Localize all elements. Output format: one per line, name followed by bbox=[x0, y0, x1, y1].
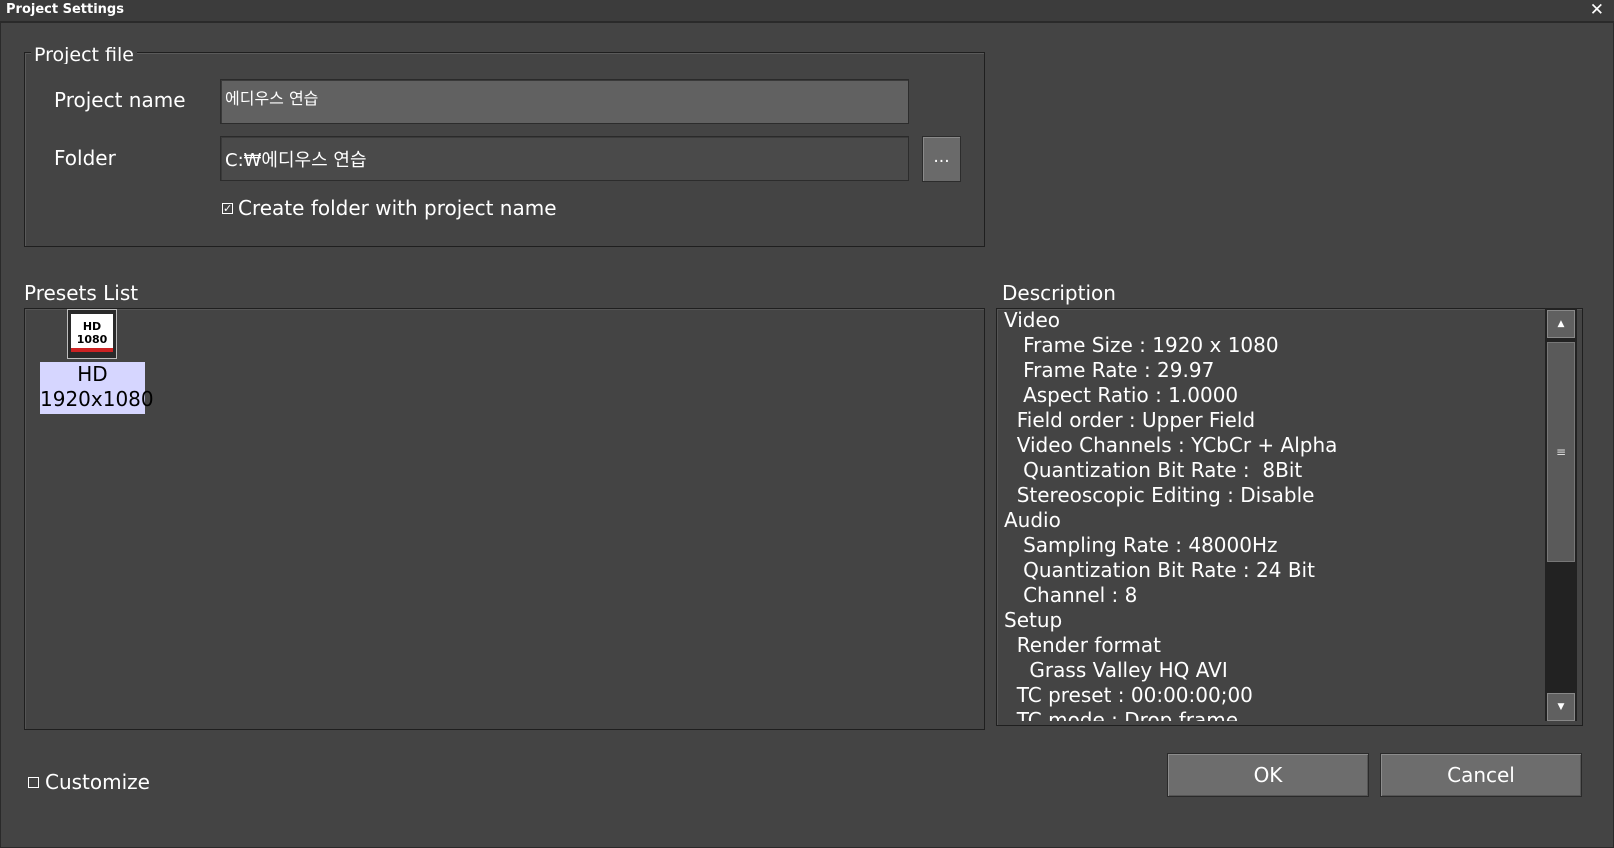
hd-1080-icon: HD 1080 bbox=[67, 309, 117, 359]
title-bar bbox=[0, 0, 1614, 22]
description-line: Frame Size : 1920 x 1080 bbox=[1004, 333, 1279, 357]
description-line: Sampling Rate : 48000Hz bbox=[1004, 533, 1278, 557]
preset-resolution: 1920x1080 bbox=[40, 387, 154, 411]
hd-1080-icon-graphic: HD 1080 bbox=[71, 314, 113, 352]
description-line: Video Channels : YCbCr + Alpha bbox=[1004, 433, 1338, 457]
hd-icon-text-top: HD bbox=[83, 320, 101, 333]
description-line: Render format bbox=[1004, 633, 1162, 657]
project-file-legend: Project file bbox=[31, 44, 137, 64]
folder-path-input[interactable] bbox=[220, 136, 909, 181]
cancel-button[interactable]: Cancel bbox=[1380, 753, 1582, 797]
folder-label: Folder bbox=[54, 146, 116, 170]
hd-icon-text-bottom: 1080 bbox=[77, 333, 108, 346]
description-line: Grass Valley HQ AVI bbox=[1004, 658, 1228, 682]
scroll-down-icon[interactable]: ▼ bbox=[1547, 693, 1575, 721]
close-icon[interactable]: ✕ bbox=[1590, 0, 1604, 20]
description-line: Aspect Ratio : 1.0000 bbox=[1004, 383, 1239, 407]
customize-checkbox[interactable] bbox=[28, 777, 39, 788]
create-folder-checkbox[interactable]: ✓ bbox=[222, 203, 233, 214]
description-line: Video bbox=[1004, 308, 1061, 332]
description-line: Quantization Bit Rate : 24 Bit bbox=[1004, 558, 1315, 582]
description-line: TC preset : 00:00:00;00 bbox=[1004, 683, 1253, 707]
description-label: Description bbox=[1002, 281, 1116, 305]
browse-folder-button[interactable]: ... bbox=[922, 136, 961, 182]
project-name-label: Project name bbox=[54, 88, 186, 112]
description-line: Quantization Bit Rate : 8Bit bbox=[1004, 458, 1303, 482]
description-line: Setup bbox=[1004, 608, 1063, 632]
description-line: TC mode : Drop frame bbox=[1004, 708, 1239, 721]
presets-list-label: Presets List bbox=[24, 281, 139, 305]
description-line: Stereoscopic Editing : Disable bbox=[1004, 483, 1315, 507]
scroll-thumb[interactable]: ≡ bbox=[1547, 342, 1575, 562]
preset-caption[interactable]: HD 1920x1080 bbox=[40, 362, 154, 414]
description-line: Field order : Upper Field bbox=[1004, 408, 1256, 432]
description-line: Channel : 8 bbox=[1004, 583, 1138, 607]
description-line: Audio bbox=[1004, 508, 1061, 532]
scroll-up-icon[interactable]: ▲ bbox=[1547, 310, 1575, 338]
preset-name: HD bbox=[77, 362, 108, 386]
ok-button[interactable]: OK bbox=[1167, 753, 1369, 797]
customize-label[interactable]: Customize bbox=[45, 770, 150, 794]
presets-list-panel bbox=[24, 308, 985, 730]
project-name-input[interactable] bbox=[220, 79, 909, 124]
window-title: Project Settings bbox=[6, 2, 124, 17]
description-line: Frame Rate : 29.97 bbox=[1004, 358, 1215, 382]
description-text-area: Video Frame Size : 1920 x 1080 Frame Rat… bbox=[998, 308, 1543, 721]
create-folder-label[interactable]: Create folder with project name bbox=[238, 196, 557, 220]
